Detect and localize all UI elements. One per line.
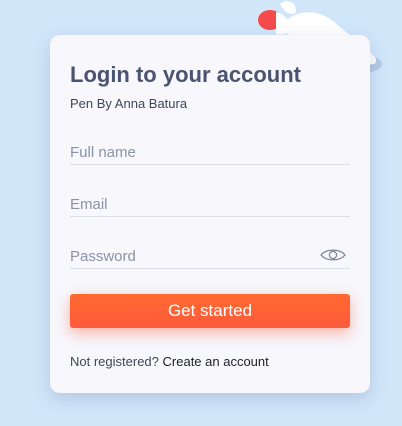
create-account-link[interactable]: Create an account <box>163 354 269 369</box>
email-input[interactable] <box>70 194 310 214</box>
full-name-field <box>70 140 350 165</box>
page: Login to your account Pen By Anna Batura… <box>0 0 402 426</box>
register-prompt-text: Not registered? <box>70 354 159 369</box>
password-input[interactable] <box>70 246 310 266</box>
register-prompt: Not registered? Create an account <box>70 354 269 369</box>
subtitle: Pen By Anna Batura <box>70 96 188 111</box>
get-started-button[interactable]: Get started <box>70 294 350 328</box>
full-name-input[interactable] <box>70 142 310 162</box>
page-title: Login to your account <box>70 62 301 87</box>
eye-icon[interactable] <box>320 248 346 262</box>
email-field <box>70 192 350 217</box>
login-card: Login to your account Pen By Anna Batura… <box>50 35 370 393</box>
password-field <box>70 244 350 269</box>
